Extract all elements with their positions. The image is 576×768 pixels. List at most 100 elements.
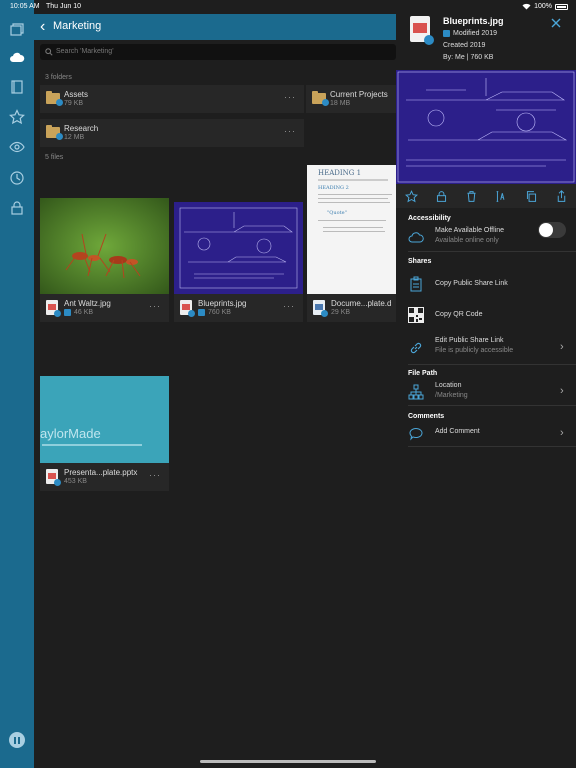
image-file-icon bbox=[46, 300, 61, 317]
presentation-text: aylorMade bbox=[40, 426, 101, 441]
file-name: Blueprints.jpg bbox=[198, 299, 247, 308]
chevron-right-icon: › bbox=[560, 385, 564, 397]
created-text: Created 2019 bbox=[443, 42, 486, 49]
copy-qr-label: Copy QR Code bbox=[435, 311, 483, 318]
file-name: Docume...plate.d bbox=[331, 299, 392, 308]
more-icon[interactable]: ··· bbox=[284, 127, 296, 136]
accessibility-section-label: Accessibility bbox=[408, 215, 451, 222]
doc-subheading: HEADING 2 bbox=[318, 185, 349, 191]
qr-code-icon bbox=[408, 307, 424, 323]
status-date: Thu Jun 10 bbox=[46, 3, 82, 10]
search-placeholder: Search 'Marketing' bbox=[56, 48, 114, 55]
header-bar: ‹ Marketing bbox=[34, 14, 396, 40]
back-chevron-icon[interactable]: ‹ bbox=[40, 19, 54, 35]
more-icon[interactable]: ··· bbox=[149, 302, 161, 311]
edit-badge-icon bbox=[443, 30, 450, 37]
blueprint-preview bbox=[396, 70, 576, 184]
folder-card-assets[interactable]: Assets 79 KB ··· bbox=[40, 85, 304, 113]
photo-thumbnail bbox=[40, 198, 169, 294]
comment-icon bbox=[408, 426, 424, 442]
star-icon[interactable] bbox=[404, 189, 418, 203]
folder-name: Current Projects bbox=[330, 90, 388, 99]
edit-badge-icon bbox=[64, 309, 71, 316]
add-comment-label: Add Comment bbox=[435, 428, 480, 435]
edit-link-row[interactable]: Edit Public Share Link File is publicly … bbox=[396, 332, 576, 362]
share-icon[interactable] bbox=[554, 189, 568, 203]
home-indicator[interactable] bbox=[200, 760, 376, 763]
notebook-icon[interactable] bbox=[9, 79, 25, 95]
location-row[interactable]: Location /Marketing › bbox=[396, 376, 576, 406]
files-icon[interactable] bbox=[9, 22, 25, 38]
offline-toggle[interactable] bbox=[538, 222, 566, 238]
clipboard-icon bbox=[408, 276, 424, 292]
main-content: ‹ Marketing Search 'Marketing' 3 folders… bbox=[34, 0, 396, 768]
search-input[interactable]: Search 'Marketing' bbox=[40, 44, 396, 60]
hierarchy-icon bbox=[408, 384, 424, 400]
battery-percent: 100% bbox=[534, 3, 552, 10]
action-bar bbox=[396, 184, 576, 208]
folder-size: 18 MB bbox=[330, 100, 351, 107]
modified-row: Modified 2019 bbox=[443, 30, 497, 37]
sidebar-rail bbox=[0, 0, 34, 768]
offline-title: Make Available Offline bbox=[435, 227, 505, 234]
lock-icon[interactable] bbox=[434, 189, 448, 203]
close-icon[interactable] bbox=[550, 16, 562, 28]
file-size: 453 KB bbox=[64, 478, 87, 485]
folder-icon bbox=[46, 125, 63, 140]
detail-panel: Blueprints.jpg Modified 2019 Created 201… bbox=[396, 0, 576, 768]
pause-icon[interactable] bbox=[9, 732, 25, 748]
search-icon bbox=[45, 48, 53, 56]
copy-qr-row[interactable]: Copy QR Code bbox=[396, 299, 576, 329]
status-right: 100% bbox=[522, 3, 568, 10]
owner-size-text: By: Me | 760 KB bbox=[443, 54, 494, 61]
more-icon[interactable]: ··· bbox=[284, 93, 296, 102]
cloud-outline-icon bbox=[408, 230, 424, 246]
cloud-icon[interactable] bbox=[9, 50, 25, 66]
status-time: 10:05 AM bbox=[10, 3, 40, 10]
clock-icon[interactable] bbox=[9, 170, 25, 186]
file-name: Ant Waltz.jpg bbox=[64, 299, 111, 308]
image-file-icon bbox=[180, 300, 195, 317]
file-size: 760 KB bbox=[208, 309, 231, 316]
chevron-right-icon: › bbox=[560, 427, 564, 439]
folder-card-research[interactable]: Research 12 MB ··· bbox=[40, 119, 304, 147]
file-name: Presenta...plate.pptx bbox=[64, 468, 138, 477]
folder-card-current-projects[interactable]: Current Projects 18 MB bbox=[306, 85, 396, 113]
add-comment-row[interactable]: Add Comment › bbox=[396, 418, 576, 448]
location-path: /Marketing bbox=[435, 392, 468, 399]
copy-icon[interactable] bbox=[524, 189, 538, 203]
copy-link-label: Copy Public Share Link bbox=[435, 280, 508, 287]
file-info: Presenta...plate.pptx 453 KB ··· bbox=[40, 463, 169, 491]
app-root: ‹ Marketing Search 'Marketing' 3 folders… bbox=[0, 0, 576, 768]
star-icon[interactable] bbox=[9, 109, 25, 125]
shares-section-label: Shares bbox=[408, 258, 432, 265]
file-size-row: 760 KB bbox=[198, 309, 231, 316]
file-info: Docume...plate.d 29 KB bbox=[307, 294, 396, 322]
eye-icon[interactable] bbox=[9, 139, 25, 155]
document-file-icon bbox=[313, 300, 328, 317]
offline-subtitle: Available online only bbox=[435, 237, 499, 244]
offline-row: Make Available Offline Available online … bbox=[396, 222, 576, 252]
doc-heading: HEADING 1 bbox=[318, 169, 362, 177]
link-icon bbox=[408, 340, 424, 356]
folder-icon bbox=[312, 91, 329, 106]
location-title: Location bbox=[435, 382, 462, 389]
trash-icon[interactable] bbox=[464, 189, 478, 203]
edit-badge-icon bbox=[198, 309, 205, 316]
file-size-row: 46 KB bbox=[64, 309, 93, 316]
file-size: 29 KB bbox=[331, 309, 351, 316]
file-size-row: 29 KB bbox=[331, 309, 350, 316]
more-icon[interactable]: ··· bbox=[149, 471, 161, 480]
edit-link-subtitle: File is publicly accessible bbox=[435, 347, 514, 354]
doc-quote: "Quote" bbox=[327, 210, 347, 216]
files-count: 5 files bbox=[45, 154, 64, 161]
rename-icon[interactable] bbox=[494, 189, 508, 203]
more-icon[interactable]: ··· bbox=[283, 302, 295, 311]
lock-icon[interactable] bbox=[9, 200, 25, 216]
file-info: Blueprints.jpg 760 KB ··· bbox=[174, 294, 303, 322]
copy-link-row[interactable]: Copy Public Share Link bbox=[396, 268, 576, 298]
folder-icon bbox=[46, 91, 63, 106]
modified-text: Modified 2019 bbox=[453, 30, 497, 37]
chevron-right-icon: › bbox=[560, 341, 564, 353]
file-size-row: 453 KB bbox=[64, 478, 87, 485]
